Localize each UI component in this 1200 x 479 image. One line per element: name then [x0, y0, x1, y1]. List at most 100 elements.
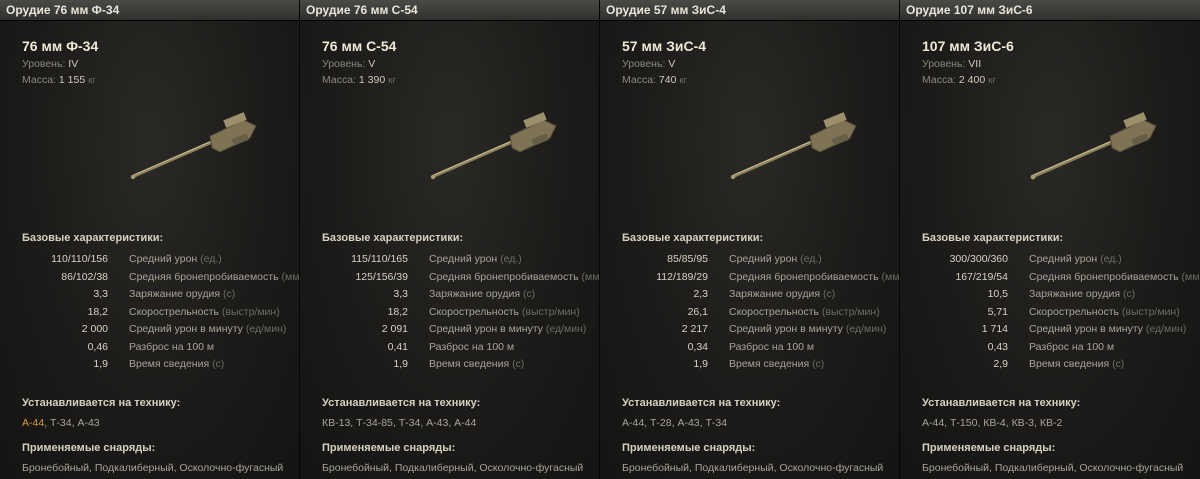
installed-title: Устанавливается на технику: — [922, 397, 1081, 409]
gun-name: 76 мм С-54 — [322, 38, 397, 54]
stat-label: Средний урон в минуту — [429, 323, 543, 335]
stat-label: Средний урон — [729, 253, 798, 265]
stat-value: 167/219/54 — [955, 270, 1008, 283]
stat-unit: (с) — [212, 358, 225, 370]
level-label: Уровень: — [922, 58, 966, 70]
stat-row: 86/102/38 Средняя бронепробиваемость (мм) — [0, 270, 300, 289]
stat-value: 1,9 — [93, 358, 108, 370]
stat-row: 1,9 Время сведения (с) — [600, 358, 899, 376]
ammo-title: Применяемые снаряды: — [922, 442, 1056, 454]
stat-unit: (ед.) — [800, 253, 822, 265]
stat-row: 0,43 Разброс на 100 м — [900, 341, 1200, 359]
stat-label: Время сведения — [129, 358, 210, 370]
level-value: IV — [68, 58, 79, 70]
stat-label: Средняя бронепробиваемость — [729, 270, 879, 283]
stat-label-wrap: Скорострельность (выстр/мин) — [1029, 306, 1180, 318]
stat-label: Разброс на 100 м — [729, 340, 815, 353]
gun-image — [130, 112, 257, 180]
stat-unit: (ед/мин) — [245, 323, 287, 335]
stat-value: 5,71 — [987, 305, 1008, 318]
stat-label-wrap: Средний урон в минуту (ед/мин) — [729, 323, 886, 335]
stat-unit: (мм) — [881, 270, 900, 283]
stat-value: 112/189/29 — [656, 270, 708, 283]
stat-label-wrap: Время сведения (с) — [429, 358, 524, 370]
stat-label-wrap: Разброс на 100 м — [1029, 341, 1114, 353]
level-value: V — [668, 58, 676, 70]
stat-value: 1 714 — [981, 323, 1008, 335]
gun-card: Орудие 76 мм Ф-34 76 мм Ф-34 Уровень: IV… — [0, 0, 300, 479]
stat-label: Время сведения — [429, 358, 510, 370]
stat-row: 0,41 Разброс на 100 м — [300, 340, 599, 359]
stat-row: 2 091 Средний урон в минуту (ед/мин) — [300, 323, 599, 341]
stat-unit: (выстр/мин) — [821, 305, 880, 318]
mass-line: Масса: 2 400 кг — [922, 74, 996, 86]
stat-label: Средний урон в минуту — [129, 323, 243, 335]
stat-unit: (выстр/мин) — [221, 305, 280, 318]
stat-row: 125/156/39 Средняя бронепробиваемость (мм… — [300, 270, 599, 289]
gun-name: 57 мм ЗиС-4 — [622, 38, 706, 54]
ammo-list: Бронебойный, Подкалиберный, Осколочно-фу… — [22, 462, 284, 474]
stat-row: 112/189/29 Средняя бронепробиваемость (мм… — [600, 270, 900, 289]
stat-value: 85/85/95 — [667, 253, 708, 265]
stat-unit: (ед/мин) — [845, 323, 887, 335]
level-label: Уровень: — [322, 58, 366, 70]
stat-label: Разброс на 100 м — [1029, 340, 1115, 353]
stat-value: 0,43 — [987, 340, 1008, 353]
installed-vehicles: А-44, Т-150, КВ-4, КВ-3, КВ-2 — [922, 417, 1062, 429]
stat-value: 18,2 — [387, 305, 408, 318]
stat-row: 300/300/360 Средний урон (ед.) — [900, 253, 1200, 271]
stat-label: Средняя бронепробиваемость — [129, 270, 279, 283]
installed-title: Устанавливается на технику: — [22, 397, 181, 409]
stat-row: 0,46 Разброс на 100 м — [0, 340, 299, 359]
stat-label: Средний урон — [129, 253, 198, 265]
stat-value: 0,41 — [387, 340, 408, 353]
installed-vehicles: А-44, Т-34, А-43 — [22, 417, 100, 429]
stat-label: Разброс на 100 м — [429, 340, 515, 353]
card-header: Орудие 76 мм С-54 — [300, 0, 599, 21]
ammo-title: Применяемые снаряды: — [622, 442, 756, 454]
mass-value: 1 155 — [58, 74, 86, 86]
stat-row: 1 714 Средний урон в минуту (ед/мин) — [900, 323, 1200, 341]
ammo-list: Бронебойный, Подкалиберный, Осколочно-фу… — [622, 462, 884, 474]
installed-title: Устанавливается на технику: — [622, 397, 781, 409]
stat-unit: (с) — [1112, 358, 1125, 370]
installed-current-vehicle: А-44 — [22, 417, 45, 429]
card-header: Орудие 107 мм ЗиС-6 — [900, 0, 1200, 21]
stat-row: 18,2 Скорострельность (выстр/мин) — [300, 305, 599, 324]
level-value: V — [368, 58, 376, 70]
base-stats-title: Базовые характеристики: — [622, 232, 764, 244]
stat-label-wrap: Средняя бронепробиваемость (мм) — [429, 270, 599, 283]
stat-unit: (с) — [222, 288, 236, 300]
mass-line: Масса: 1 155 кг — [22, 74, 96, 86]
stat-value: 2 091 — [381, 323, 408, 335]
mass-value: 2 400 — [958, 74, 986, 86]
stat-value: 3,3 — [93, 288, 108, 300]
stat-row: 2 000 Средний урон в минуту (ед/мин) — [0, 323, 299, 341]
stat-label: Разброс на 100 м — [129, 340, 215, 353]
stat-label: Скорострельность — [429, 305, 519, 318]
stat-row: 2,9 Время сведения (с) — [900, 358, 1200, 376]
stat-unit: (мм) — [281, 270, 300, 283]
stat-unit: (ед/мин) — [1145, 323, 1187, 335]
ammo-title: Применяемые снаряды: — [322, 442, 456, 454]
installed-vehicles: КВ-13, Т-34-85, Т-34, А-43, А-44 — [322, 417, 476, 429]
stat-value: 2 000 — [81, 323, 108, 335]
stat-label-wrap: Заряжание орудия (с) — [729, 288, 835, 300]
mass-unit: кг — [988, 75, 996, 86]
mass-label: Масса: — [922, 74, 956, 86]
stat-unit: (с) — [522, 288, 536, 300]
stat-value: 0,34 — [687, 340, 708, 353]
installed-other-vehicles: , Т-34, А-43 — [44, 417, 100, 429]
stat-label: Средняя бронепробиваемость — [429, 270, 579, 283]
stat-label: Заряжание орудия — [429, 288, 521, 300]
stat-label: Время сведения — [729, 358, 810, 370]
stat-value: 2,3 — [693, 288, 708, 300]
mass-label: Масса: — [22, 74, 56, 86]
stat-value: 125/156/39 — [355, 270, 408, 283]
stat-row: 1,9 Время сведения (с) — [300, 358, 599, 376]
level-value: VII — [968, 58, 982, 70]
stat-label-wrap: Заряжание орудия (с) — [429, 288, 535, 300]
stat-row: 0,34 Разброс на 100 м — [600, 340, 899, 359]
stat-row: 5,71 Скорострельность (выстр/мин) — [900, 306, 1200, 324]
stat-unit: (с) — [512, 358, 525, 370]
